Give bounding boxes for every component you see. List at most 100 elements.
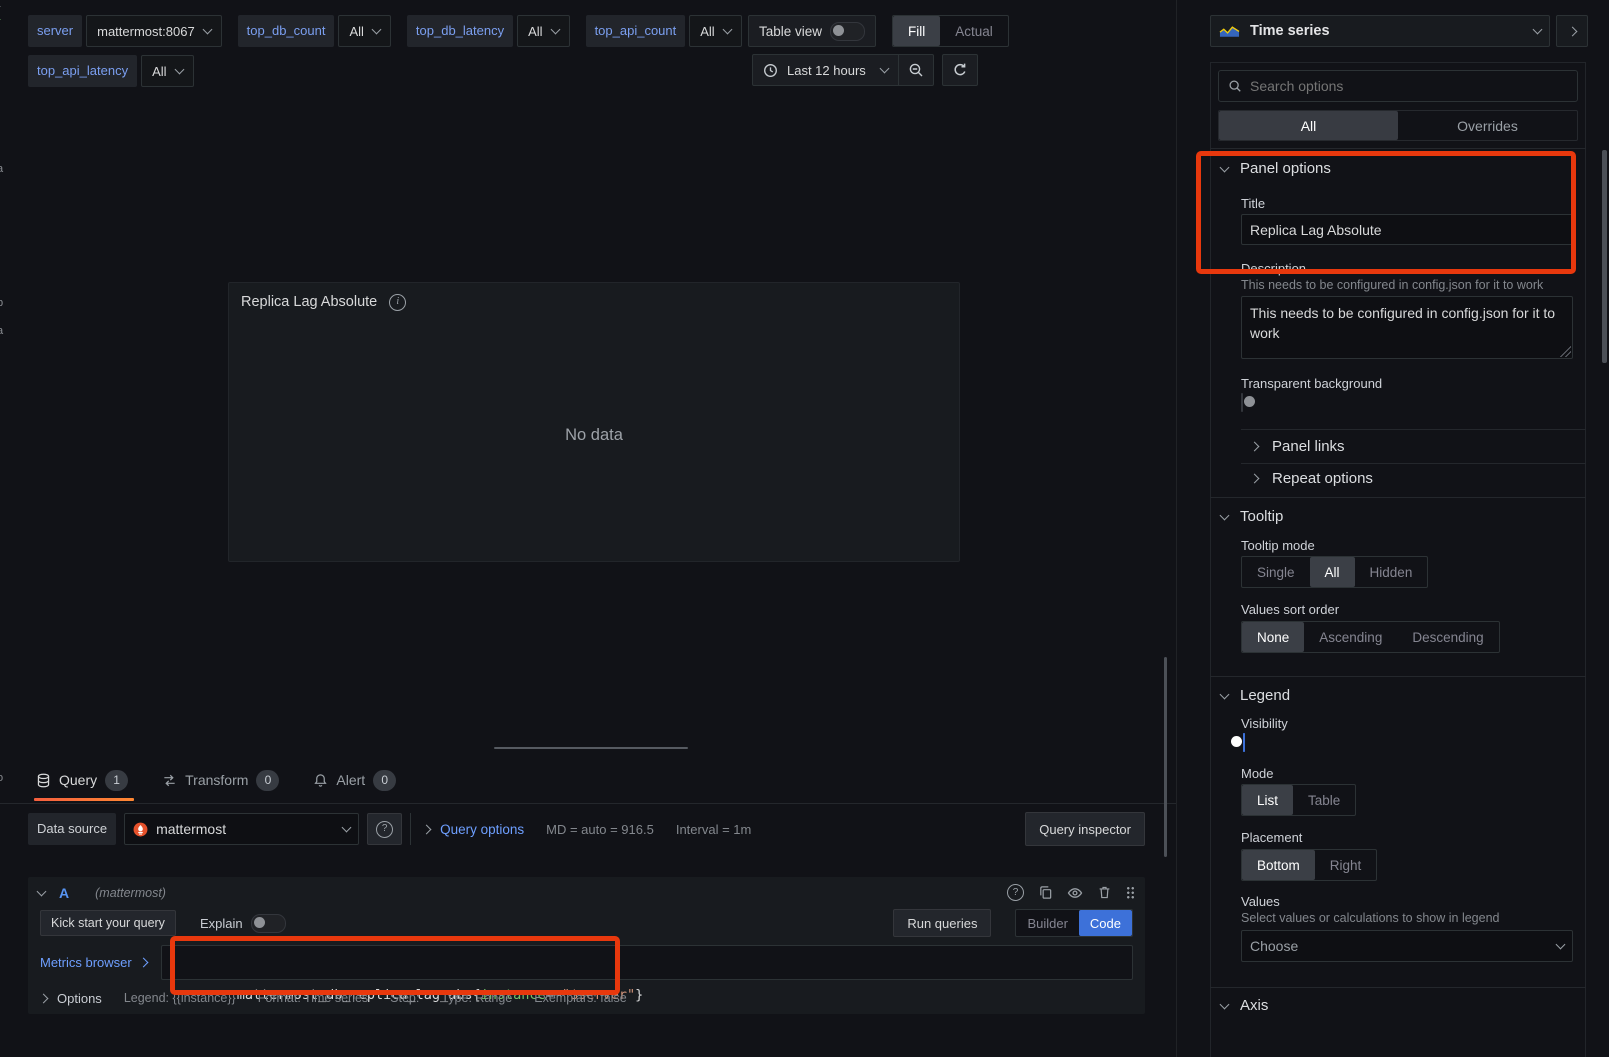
panel-title-input[interactable] <box>1241 214 1573 245</box>
datasource-bar: Data source mattermost ? Query options M… <box>28 812 1145 846</box>
query-row-header[interactable]: A (mattermost) ? <box>28 877 1145 908</box>
query-expression-row: Metrics browser mattermost_db_replica_la… <box>28 942 1145 982</box>
legend-mode-group: List Table <box>1241 784 1356 816</box>
main-scrollbar[interactable] <box>1164 657 1167 857</box>
variable-value-top-api-count[interactable]: All <box>689 15 741 47</box>
placement-bottom[interactable]: Bottom <box>1242 850 1315 880</box>
drag-handle-icon[interactable] <box>1126 886 1135 899</box>
builder-option[interactable]: Builder <box>1016 910 1078 936</box>
edge-fragment: b <box>0 297 3 309</box>
option-exemplars: Exemplars: false <box>534 991 626 1005</box>
interval-value: Interval = 1m <box>676 822 752 837</box>
repeat-options-header[interactable]: Repeat options <box>1251 470 1373 487</box>
chevron-down-icon <box>1220 162 1230 172</box>
sort-descending[interactable]: Descending <box>1397 622 1498 652</box>
fill-option[interactable]: Fill <box>893 16 940 46</box>
tab-query[interactable]: Query 1 <box>36 770 128 791</box>
variable-label-top-api-count[interactable]: top_api_count <box>586 15 686 47</box>
run-queries-button[interactable]: Run queries <box>893 909 991 937</box>
explain-label: Explain <box>200 916 243 931</box>
edge-fragment: a <box>0 325 3 337</box>
legend-section-header[interactable]: Legend <box>1221 687 1290 704</box>
zoom-out-icon <box>908 62 924 78</box>
legend-mode-table[interactable]: Table <box>1293 785 1355 815</box>
filter-tab-all[interactable]: All <box>1219 111 1398 140</box>
axis-section-header[interactable]: Axis <box>1221 997 1268 1014</box>
chevron-right-icon <box>422 824 432 834</box>
time-controls: Last 12 hours <box>752 54 978 86</box>
actual-option[interactable]: Actual <box>940 16 1008 46</box>
fill-actual-group: Fill Actual <box>892 15 1009 47</box>
help-icon: ? <box>376 821 393 838</box>
tabbar-divider <box>0 803 1176 804</box>
variable-label-top-db-latency[interactable]: top_db_latency <box>407 15 513 47</box>
panel-description-textarea[interactable]: This needs to be configured in config.js… <box>1241 296 1573 359</box>
panel-links-header[interactable]: Panel links <box>1251 438 1345 455</box>
query-toolbar: Kick start your query Explain Run querie… <box>28 908 1145 938</box>
tab-transform[interactable]: Transform 0 <box>162 770 279 791</box>
info-icon[interactable]: i <box>389 294 406 311</box>
refresh-button[interactable] <box>942 54 978 86</box>
variable-top-db-count: top_db_count All <box>238 15 391 47</box>
legend-visibility-toggle[interactable] <box>1243 733 1245 752</box>
panel-options-header[interactable]: Panel options <box>1221 160 1331 177</box>
variable-value-server[interactable]: mattermost:8067 <box>86 15 222 47</box>
variable-top-api-latency: top_api_latency All <box>28 55 194 87</box>
search-options-input[interactable] <box>1250 78 1568 94</box>
variable-value-top-db-count[interactable]: All <box>338 15 390 47</box>
filter-tab-overrides[interactable]: Overrides <box>1398 111 1577 140</box>
metrics-browser-toggle[interactable]: Metrics browser <box>40 955 147 970</box>
query-help-icon[interactable]: ? <box>1007 884 1024 901</box>
variable-label-server[interactable]: server <box>28 15 82 47</box>
tooltip-mode-all[interactable]: All <box>1310 557 1355 587</box>
query-inspector-button[interactable]: Query inspector <box>1025 812 1145 846</box>
tab-alert[interactable]: Alert 0 <box>313 770 396 791</box>
placement-right[interactable]: Right <box>1315 850 1377 880</box>
promql-code-input[interactable]: mattermost_db_replica_lag_abs{instance=~… <box>161 945 1133 980</box>
query-options-toggle[interactable]: Query options <box>423 822 524 837</box>
delete-query-trash-icon[interactable] <box>1097 885 1112 900</box>
variable-label-top-db-count[interactable]: top_db_count <box>238 15 335 47</box>
panel-header[interactable]: Replica Lag Absolute i <box>229 283 959 321</box>
tooltip-section-header[interactable]: Tooltip <box>1221 508 1283 525</box>
legend-values-select[interactable]: Choose <box>1241 930 1573 962</box>
sort-ascending[interactable]: Ascending <box>1304 622 1397 652</box>
values-sort-order-group: None Ascending Descending <box>1241 621 1500 653</box>
transparent-background-toggle[interactable] <box>1241 393 1243 412</box>
duplicate-query-icon[interactable] <box>1038 885 1053 900</box>
table-view-control: Table view <box>748 15 876 47</box>
datasource-select[interactable]: mattermost <box>124 813 359 845</box>
datasource-help-button[interactable]: ? <box>367 813 402 845</box>
kick-start-button[interactable]: Kick start your query <box>40 910 176 936</box>
metrics-browser-label: Metrics browser <box>40 955 132 970</box>
datasource-label: Data source <box>28 813 116 845</box>
collapse-pane-button[interactable] <box>1556 15 1588 47</box>
visualization-picker[interactable]: Time series <box>1210 15 1550 47</box>
variable-value-top-api-latency[interactable]: All <box>141 55 193 87</box>
options-filter-tabs: All Overrides <box>1218 110 1578 141</box>
sort-none[interactable]: None <box>1242 622 1304 652</box>
editor-tabbar: Query 1 Transform 0 Alert 0 <box>36 766 396 794</box>
textarea-resize-grip[interactable] <box>1560 346 1571 357</box>
explain-control: Explain <box>200 914 286 933</box>
variable-value-top-db-latency[interactable]: All <box>517 15 569 47</box>
time-range-picker[interactable]: Last 12 hours <box>752 54 899 86</box>
sidebar-scrollbar[interactable] <box>1602 150 1607 363</box>
zoom-out-button[interactable] <box>898 54 934 86</box>
code-option[interactable]: Code <box>1079 910 1132 936</box>
chevron-down-icon <box>342 823 352 833</box>
tooltip-mode-hidden[interactable]: Hidden <box>1355 557 1428 587</box>
tab-alert-count: 0 <box>373 770 396 791</box>
explain-toggle[interactable] <box>251 914 286 933</box>
collapse-chevron-icon <box>37 886 47 896</box>
pane-splitter-handle[interactable] <box>494 747 688 749</box>
variable-label-top-api-latency[interactable]: top_api_latency <box>28 55 137 87</box>
tooltip-mode-single[interactable]: Single <box>1242 557 1310 587</box>
legend-mode-list[interactable]: List <box>1242 785 1293 815</box>
table-view-toggle[interactable] <box>830 22 865 41</box>
hide-query-eye-icon[interactable] <box>1067 885 1083 901</box>
option-format: Format: Time series <box>258 991 368 1005</box>
chevron-down-icon <box>202 25 212 35</box>
datasource-name: mattermost <box>156 821 226 837</box>
options-toggle[interactable]: Options <box>40 991 102 1006</box>
